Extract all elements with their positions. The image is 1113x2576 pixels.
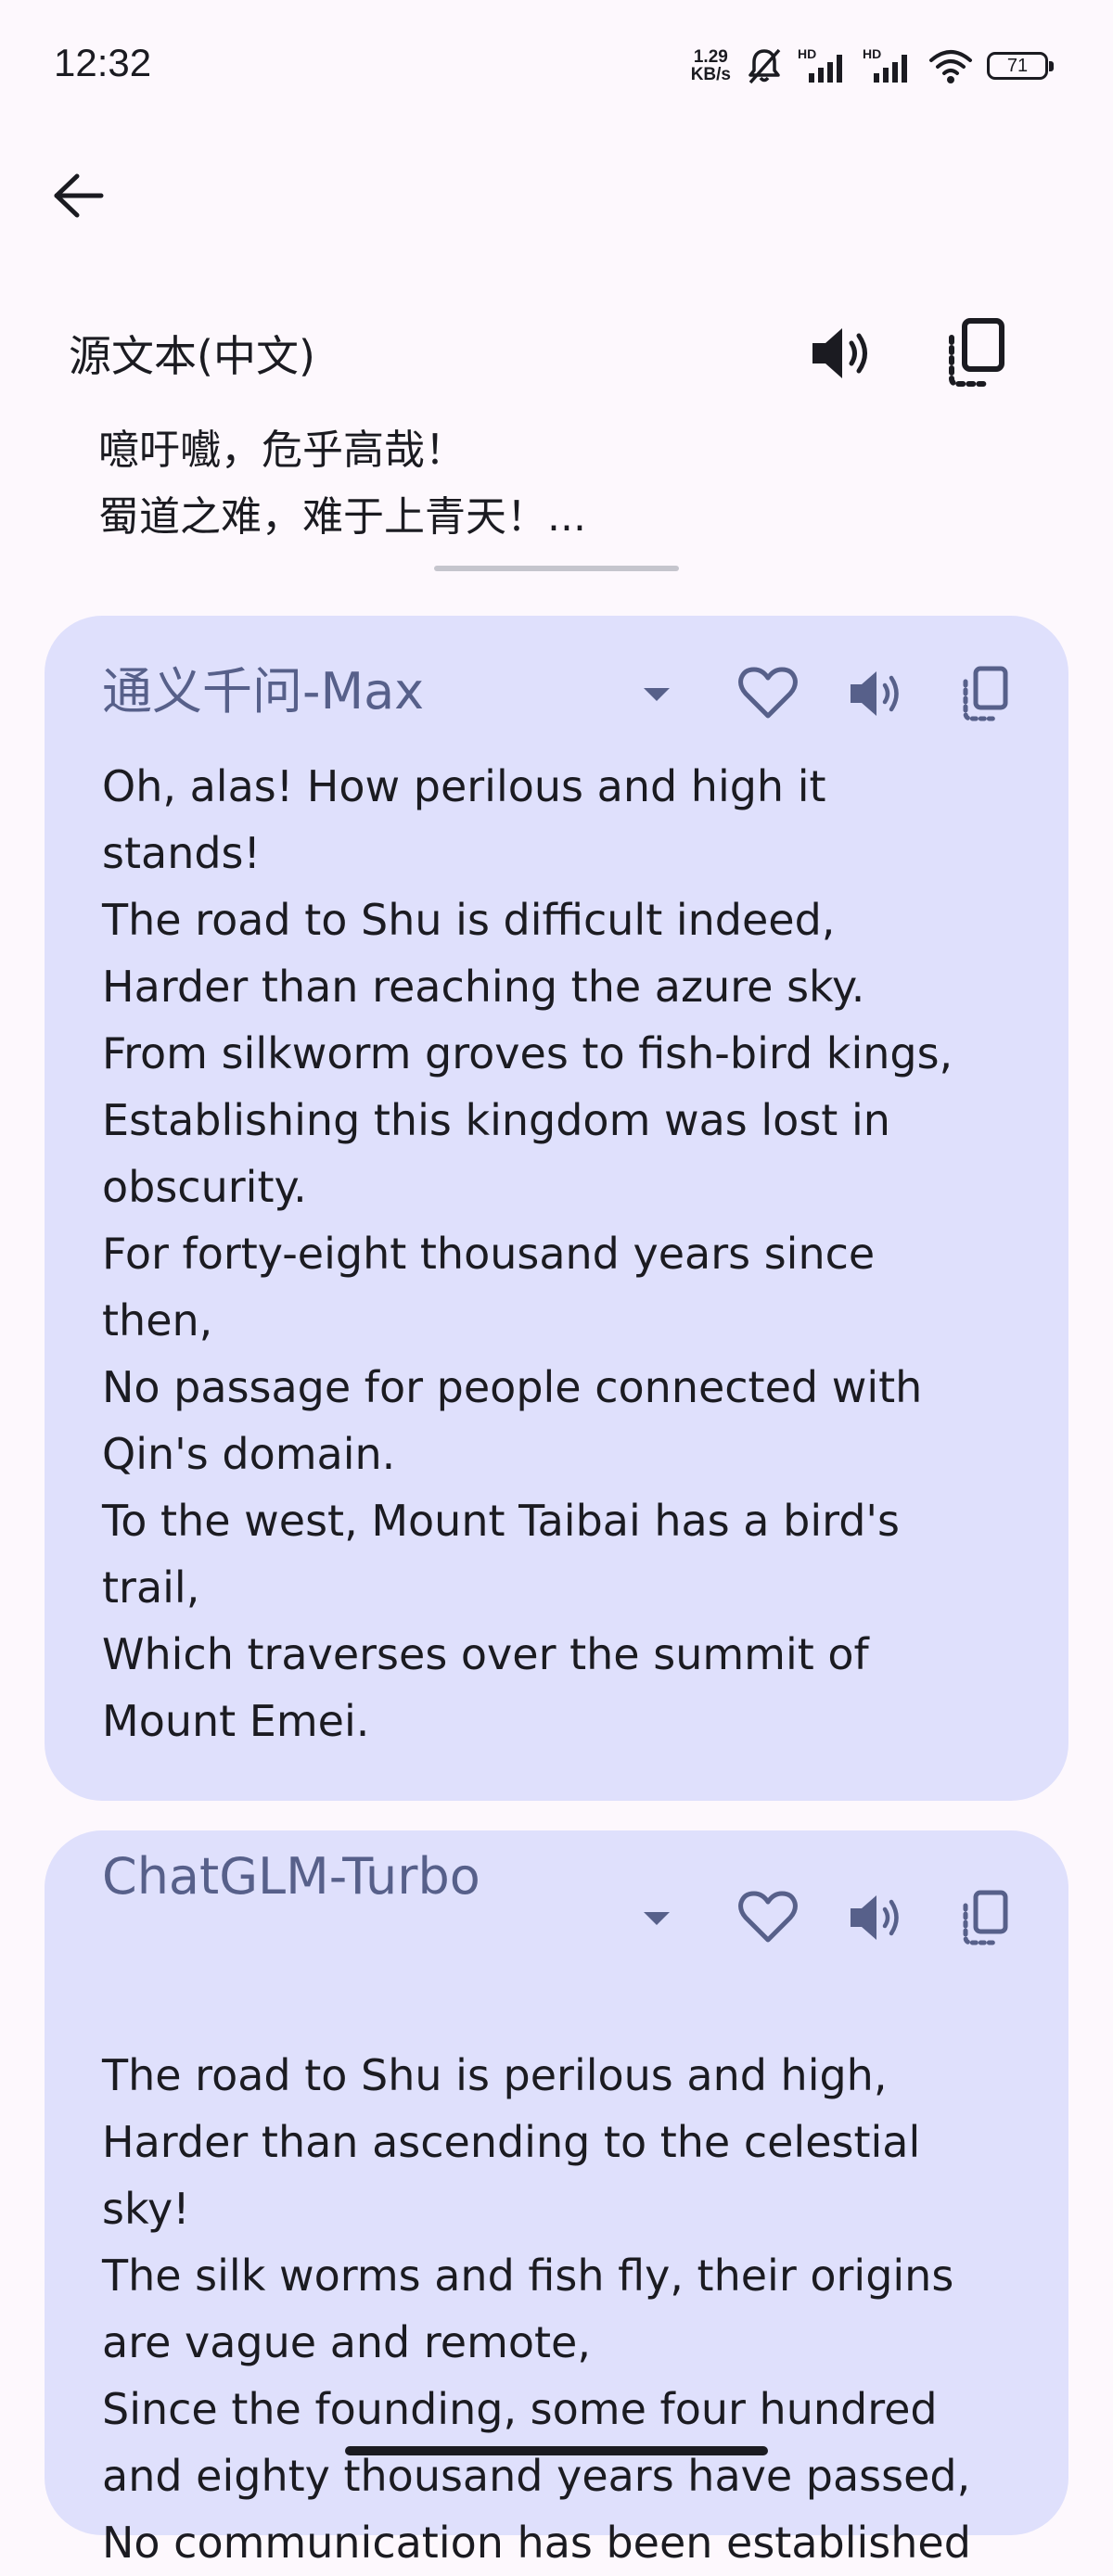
source-line: 蜀道之难，难于上青天！...	[98, 493, 586, 541]
wifi-icon	[928, 45, 974, 86]
speak-button[interactable]	[840, 657, 915, 731]
copy-button[interactable]	[948, 1881, 1022, 1955]
model-name: ChatGLM-Turbo	[102, 1847, 480, 1906]
home-indicator[interactable]	[345, 2446, 768, 2455]
translation-line: For forty-eight thousand years since	[102, 1229, 876, 1279]
translation-card: ChatGLM-Turbo The road to Shu is perilou…	[45, 1830, 1068, 2568]
source-speak-button[interactable]	[809, 321, 879, 386]
cellular-signal-icon: HD	[798, 45, 850, 86]
heart-icon	[738, 1891, 798, 1943]
status-time: 12:32	[54, 41, 152, 84]
copy-icon	[963, 1890, 1008, 1945]
back-button[interactable]	[46, 163, 111, 228]
copy-button[interactable]	[948, 657, 1022, 731]
battery-level: 71	[1006, 55, 1029, 76]
translation-line: Establishing this kingdom was lost in	[102, 1095, 890, 1145]
translation-line: Since the founding, some four hundred	[102, 2384, 938, 2434]
status-bar: 12:32 1.29 KB/s HD HD 71	[0, 0, 1113, 134]
model-name: 通义千问-Max	[102, 662, 425, 721]
translation-line: trail,	[102, 1562, 200, 1613]
translation-line: The silk worms and fish fly, their origi…	[102, 2251, 954, 2301]
translation-line: obscurity.	[102, 1162, 307, 1212]
translation-line: Oh, alas! How perilous and high it	[102, 761, 826, 811]
translation-line: are vague and remote,	[102, 2317, 591, 2367]
source-copy-button[interactable]	[944, 317, 1009, 388]
speaker-icon	[851, 1895, 899, 1940]
translation-line: then,	[102, 1295, 213, 1345]
status-icons: 1.29 KB/s HD HD 71	[691, 43, 1054, 89]
translation-line: Qin's domain.	[102, 1429, 396, 1479]
translation-text: Oh, alas! How perilous and high it stand…	[102, 753, 1039, 1754]
network-speed-value: 1.29	[693, 47, 728, 67]
dropdown-arrow-icon	[644, 688, 670, 701]
network-speed-unit: KB/s	[690, 65, 731, 84]
bell-muted-icon	[744, 45, 785, 86]
model-dropdown-button[interactable]	[620, 657, 694, 731]
card-actions	[582, 1881, 1028, 1955]
model-dropdown-button[interactable]	[620, 1881, 694, 1955]
copy-icon	[963, 666, 1008, 721]
translation-line: Which traverses over the summit of	[102, 1629, 869, 1679]
back-arrow-icon	[54, 173, 104, 218]
battery-icon: 71	[987, 52, 1054, 80]
signal-2-label: HD	[863, 46, 881, 61]
translation-line: sky!	[102, 2184, 190, 2234]
heart-icon	[738, 667, 798, 719]
expand-source-handle[interactable]	[434, 566, 679, 571]
copy-icon	[949, 318, 1004, 387]
signal-1-label: HD	[798, 46, 816, 61]
network-speed: 1.29 KB/s	[691, 48, 731, 83]
translation-text: The road to Shu is perilous and high, Ha…	[102, 2042, 1039, 2576]
translation-line: No passage for people connected with	[102, 1362, 923, 1412]
source-language-label: 源文本(中文)	[69, 331, 315, 381]
translation-line: From silkworm groves to fish-bird kings,	[102, 1028, 953, 1078]
translation-card: 通义千问-Max Oh, alas! How perilous and high…	[45, 616, 1068, 1801]
translation-line: The road to Shu is difficult indeed,	[102, 895, 836, 945]
favorite-button[interactable]	[731, 1881, 805, 1955]
source-line: 噫吁嚱，危乎高哉！	[98, 427, 466, 474]
translation-line: stands!	[102, 828, 261, 878]
favorite-button[interactable]	[731, 657, 805, 731]
translation-line: To the west, Mount Taibai has a bird's	[102, 1496, 901, 1546]
dropdown-arrow-icon	[644, 1912, 670, 1925]
cellular-signal-icon: HD	[863, 45, 915, 86]
source-text: 噫吁嚱，危乎高哉！ 蜀道之难，难于上青天！...	[98, 417, 1026, 551]
translation-line: The road to Shu is perilous and high,	[102, 2050, 888, 2100]
card-actions	[582, 657, 1028, 731]
translation-line: Mount Emei.	[102, 1696, 370, 1746]
translation-line: No communication has been established	[102, 2518, 971, 2568]
speaker-icon	[812, 328, 867, 378]
translation-line: Harder than ascending to the celestial	[102, 2117, 921, 2167]
speak-button[interactable]	[840, 1881, 915, 1955]
speaker-icon	[851, 671, 899, 716]
translation-line: Harder than reaching the azure sky.	[102, 962, 865, 1012]
